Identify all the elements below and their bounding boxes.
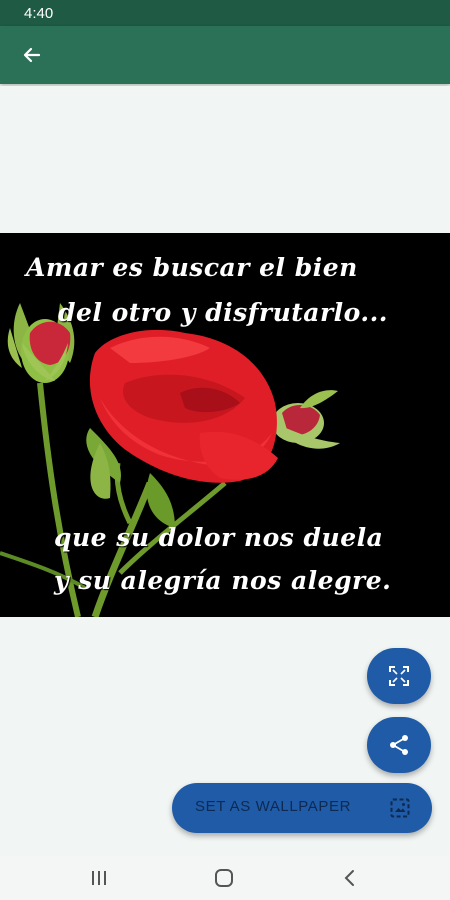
home-icon xyxy=(215,869,233,887)
recent-apps-icon xyxy=(92,871,106,885)
back-chevron-icon xyxy=(344,870,354,886)
set-as-wallpaper-button[interactable]: SET AS WALLPAPER xyxy=(172,783,432,833)
system-nav-bar xyxy=(0,856,450,900)
quote-line-4: y su alegría nos alegre. xyxy=(54,566,392,595)
quote-line-3: que su dolor nos duela xyxy=(54,523,384,552)
set-as-wallpaper-label: SET AS WALLPAPER xyxy=(195,798,352,815)
fullscreen-button[interactable] xyxy=(367,648,431,704)
app-bar xyxy=(0,26,450,84)
home-button[interactable] xyxy=(210,866,238,890)
share-icon xyxy=(390,735,408,755)
arrow-left-icon xyxy=(23,47,41,63)
back-button[interactable] xyxy=(14,37,50,73)
status-time: 4:40 xyxy=(24,5,54,22)
quote-line-2: del otro y disfrutarlo... xyxy=(58,298,389,327)
wallpaper-icon xyxy=(390,798,410,818)
share-button[interactable] xyxy=(367,717,431,773)
status-bar: 4:40 xyxy=(0,0,450,26)
quote-line-1: Amar es buscar el bien xyxy=(26,253,358,282)
fullscreen-icon xyxy=(389,666,409,686)
recent-apps-button[interactable] xyxy=(85,866,113,890)
rose-image xyxy=(0,303,340,617)
wallpaper-preview: Amar es buscar el bien del otro y disfru… xyxy=(0,233,450,617)
nav-back-button[interactable] xyxy=(336,866,364,890)
